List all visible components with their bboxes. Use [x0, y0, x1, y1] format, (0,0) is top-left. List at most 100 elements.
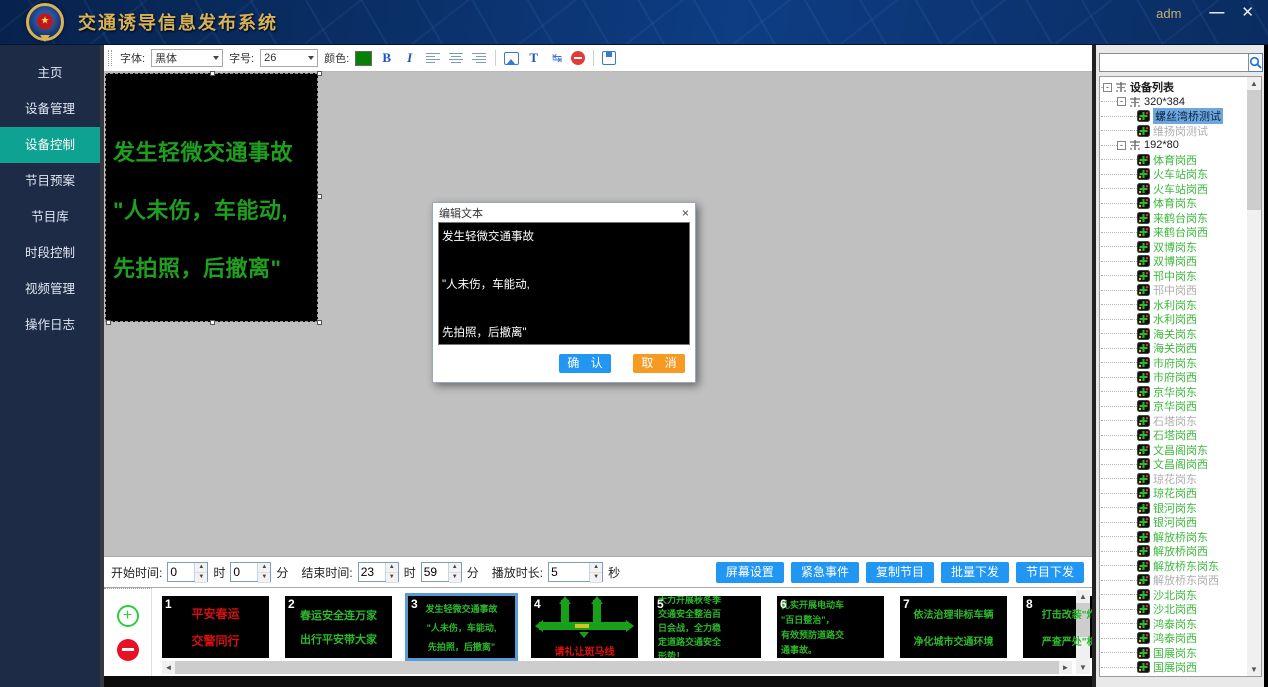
horizontal-scrollbar[interactable]: ◄ ► — [162, 661, 1072, 674]
device-item[interactable]: 银河岗西 — [1101, 515, 1246, 530]
scrollbar-thumb[interactable] — [175, 661, 1059, 674]
search-button[interactable] — [1249, 53, 1263, 72]
align-right-button[interactable] — [470, 50, 487, 67]
playlist-thumbnail-8[interactable]: 8打击改装"炸街"严查严处"机动" — [1023, 596, 1092, 658]
device-item[interactable]: 解放桥岗西 — [1101, 544, 1246, 559]
sidebar-item-6[interactable]: 时段控制 — [0, 235, 100, 271]
align-left-button[interactable] — [424, 50, 441, 67]
device-item[interactable]: 水利岗东 — [1101, 298, 1246, 313]
device-item[interactable]: 文昌阁岗西 — [1101, 457, 1246, 472]
device-item[interactable]: 邗中岗东 — [1101, 269, 1246, 284]
align-center-button[interactable] — [447, 50, 464, 67]
device-item[interactable]: 双博岗西 — [1101, 254, 1246, 269]
sidebar-item-7[interactable]: 视频管理 — [0, 271, 100, 307]
device-search-input[interactable] — [1099, 53, 1249, 72]
device-item[interactable]: 来鹤台岗西 — [1101, 225, 1246, 240]
device-item[interactable]: 火车站岗西 — [1101, 182, 1246, 197]
close-icon[interactable]: ✕ — [1241, 4, 1254, 22]
device-item[interactable]: 邗中岗西 — [1101, 283, 1246, 298]
resize-handle[interactable] — [317, 320, 322, 325]
scroll-down-icon[interactable]: ▼ — [1247, 663, 1261, 676]
device-group[interactable]: -320*384 — [1101, 95, 1246, 110]
device-item[interactable]: 体育岗西 — [1101, 153, 1246, 168]
end-minute-stepper[interactable]: ▲▼ — [421, 562, 462, 582]
spin-down-icon[interactable]: ▼ — [195, 573, 207, 583]
confirm-button[interactable]: 确 认 — [559, 354, 611, 373]
playlist-thumbnail-4[interactable]: 4请礼让斑马线 — [531, 596, 638, 658]
resize-handle[interactable] — [317, 194, 322, 199]
device-item[interactable]: 鸿泰岗东 — [1101, 617, 1246, 632]
insert-image-button[interactable] — [504, 52, 519, 65]
playlist-thumbnail-1[interactable]: 1平安春运交警同行 — [162, 596, 269, 658]
device-item[interactable]: 维扬岗测试 — [1101, 124, 1246, 139]
scroll-left-icon[interactable]: ◄ — [162, 661, 175, 674]
device-item[interactable]: 鸿泰岗西 — [1101, 631, 1246, 646]
playlist-thumbnail-5[interactable]: 5大力开展秋冬季交通安全整治百日会战，全力稳定道路交通安全形势！ — [654, 596, 761, 658]
font-family-select[interactable]: 黑体 — [151, 49, 223, 67]
device-item[interactable]: 解放桥岗东 — [1101, 530, 1246, 545]
spin-up-icon[interactable]: ▲ — [195, 563, 207, 573]
device-item[interactable]: 京华岗西 — [1101, 399, 1246, 414]
dialog-close-icon[interactable]: × — [682, 206, 689, 220]
delete-frame-button[interactable] — [117, 639, 139, 661]
spin-down-icon[interactable]: ▼ — [449, 573, 461, 583]
action-button-2[interactable]: 紧急事件 — [791, 562, 859, 583]
tree-root[interactable]: -设备列表 — [1101, 80, 1246, 95]
start-hour-stepper[interactable]: ▲▼ — [167, 562, 208, 582]
led-preview[interactable]: 发生轻微交通事故"人未伤，车能动,先拍照，后撤离" — [105, 73, 318, 322]
scroll-up-icon[interactable]: ▲ — [1247, 77, 1261, 90]
minimize-icon[interactable]: — — [1209, 4, 1223, 22]
device-item[interactable]: 解放桥东岗西 — [1101, 573, 1246, 588]
scroll-down-icon[interactable]: ▼ — [1076, 661, 1090, 674]
stop-button[interactable] — [571, 51, 585, 65]
duration-stepper[interactable]: ▲▼ — [548, 562, 603, 582]
device-item[interactable]: 体育岗东 — [1101, 196, 1246, 211]
fit-width-button[interactable]: ↹ — [548, 50, 565, 67]
spin-up-icon[interactable]: ▲ — [449, 563, 461, 573]
action-button-3[interactable]: 复制节目 — [866, 562, 934, 583]
spin-up-icon[interactable]: ▲ — [258, 563, 270, 573]
collapse-icon[interactable]: - — [1117, 97, 1126, 106]
resize-handle[interactable] — [106, 320, 111, 325]
sidebar-item-3[interactable]: 设备控制 — [0, 127, 100, 163]
action-button-5[interactable]: 节目下发 — [1016, 562, 1084, 583]
playlist-thumbnail-6[interactable]: 6扎实开展电动车"百日整治"，有效预防道路交通事故。 — [777, 596, 884, 658]
tree-scrollbar[interactable]: ▲ ▼ — [1247, 77, 1261, 676]
font-size-select[interactable]: 26 — [260, 49, 318, 67]
device-item[interactable]: 海关岗西 — [1101, 341, 1246, 356]
device-item[interactable]: 京华岗东 — [1101, 385, 1246, 400]
device-item[interactable]: 来鹤台岗东 — [1101, 211, 1246, 226]
device-item[interactable]: 银河岗东 — [1101, 501, 1246, 516]
cancel-button[interactable]: 取 消 — [633, 354, 685, 373]
device-item[interactable]: 国展岗西 — [1101, 660, 1246, 675]
start-minute-stepper[interactable]: ▲▼ — [230, 562, 271, 582]
device-item[interactable]: 火车站岗东 — [1101, 167, 1246, 182]
action-button-1[interactable]: 屏幕设置 — [716, 562, 784, 583]
device-item[interactable]: 石塔岗东 — [1101, 414, 1246, 429]
collapse-icon[interactable]: - — [1103, 83, 1112, 92]
device-item[interactable]: 市府岗东 — [1101, 356, 1246, 371]
spin-down-icon[interactable]: ▼ — [258, 573, 270, 583]
collapse-icon[interactable]: - — [1117, 141, 1126, 150]
device-item[interactable]: 海关岗东 — [1101, 327, 1246, 342]
device-item[interactable]: 解放桥东岗东 — [1101, 559, 1246, 574]
device-item[interactable]: 国展岗东 — [1101, 646, 1246, 661]
device-item[interactable]: 文昌阁岗东 — [1101, 443, 1246, 458]
device-group[interactable]: -192*80 — [1101, 138, 1246, 153]
scrollbar-thumb[interactable] — [1247, 90, 1261, 210]
playlist-thumbnail-3[interactable]: 3发生轻微交通事故"人未伤，车能动,先拍照，后撤离" — [408, 596, 515, 658]
spin-up-icon[interactable]: ▲ — [386, 563, 398, 573]
sidebar-item-8[interactable]: 操作日志 — [0, 307, 100, 343]
dialog-textarea[interactable]: 发生轻微交通事故"人未伤，车能动,先拍照，后撤离" — [438, 222, 690, 345]
resize-handle[interactable] — [317, 71, 322, 76]
spin-down-icon[interactable]: ▼ — [386, 573, 398, 583]
resize-handle[interactable] — [210, 320, 215, 325]
playlist-thumbnail-7[interactable]: 7依法治理非标车辆净化城市交通环境 — [900, 596, 1007, 658]
spin-down-icon[interactable]: ▼ — [590, 573, 602, 583]
sidebar-item-1[interactable]: 主页 — [0, 55, 100, 91]
scroll-right-icon[interactable]: ► — [1059, 661, 1072, 674]
color-swatch[interactable] — [355, 51, 372, 66]
sidebar-item-4[interactable]: 节目预案 — [0, 163, 100, 199]
device-item[interactable]: 琼花岗东 — [1101, 472, 1246, 487]
end-hour-stepper[interactable]: ▲▼ — [358, 562, 399, 582]
